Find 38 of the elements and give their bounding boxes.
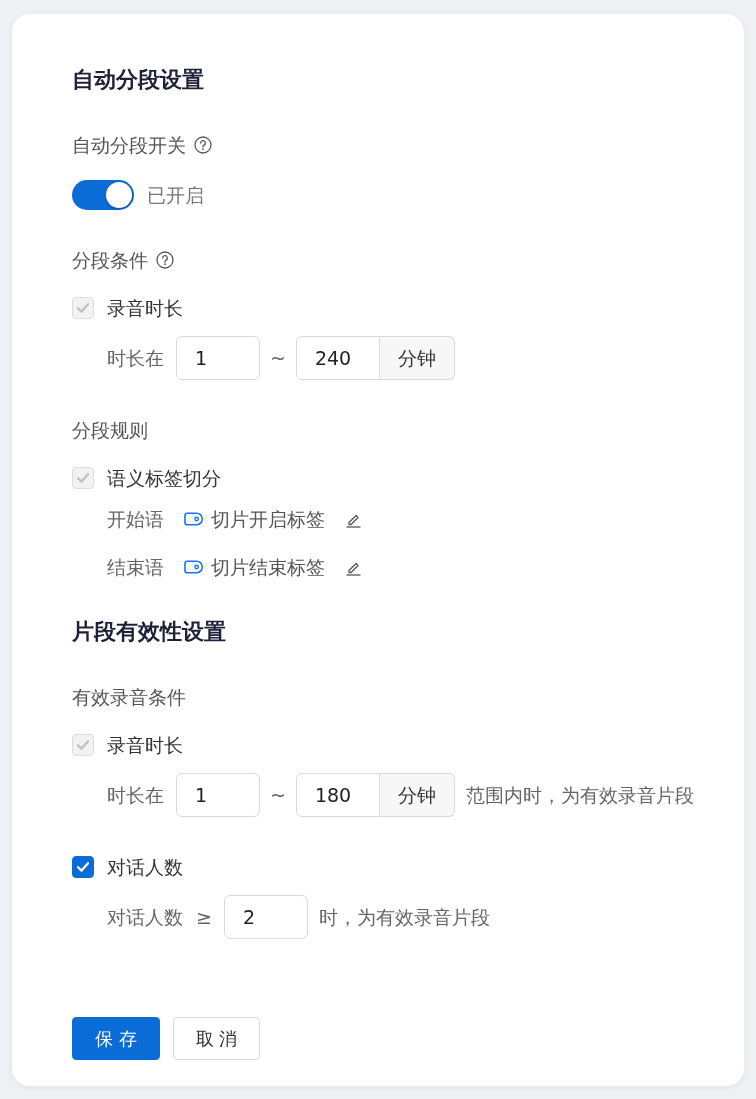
help-icon[interactable] [194,136,212,154]
toggle-switch[interactable] [72,180,134,210]
field-label: 时长在 [107,783,164,808]
field-label: 有效录音条件 [72,685,186,710]
field-label: 分段规则 [72,418,148,443]
tag-label: 切片开启标签 [211,507,325,532]
hint-text: 范围内时，为有效录音片段 [465,783,694,808]
field-label: 对话人数 [107,905,183,930]
section-title: 自动分段设置 [72,66,204,94]
help-icon[interactable] [156,251,174,269]
section-title: 片段有效性设置 [72,618,226,646]
field-label: 分段条件 [72,248,148,273]
unit-addon: 分钟 [379,773,455,817]
separator-text: ~ [270,346,286,371]
checkmark-icon [77,303,89,313]
cancel-button[interactable]: 取 消 [172,1017,261,1060]
field-label: 时长在 [107,346,164,371]
tag-icon [184,512,204,526]
tag-icon [184,560,204,574]
checkmark-icon [77,473,89,483]
checkbox[interactable] [72,856,94,878]
field-label: 结束语 [107,555,164,580]
field-label: 开始语 [107,507,164,532]
hint-text: 时，为有效录音片段 [318,905,490,930]
checkbox-label: 对话人数 [107,855,183,880]
tag-label: 切片结束标签 [211,555,325,580]
checkmark-icon [77,740,89,750]
separator-text: ~ [270,783,286,808]
unit-addon: 分钟 [379,336,455,380]
checkmark-icon [77,862,89,872]
field-label: 自动分段开关 [72,133,186,158]
status-text: 已开启 [147,183,204,208]
operator-text: ≥ [196,905,212,930]
checkbox-label: 录音时长 [107,733,183,758]
save-button[interactable]: 保 存 [72,1017,160,1060]
checkbox-label: 录音时长 [107,296,183,321]
number-input[interactable]: 2 [223,895,308,939]
checkbox-label: 语义标签切分 [107,466,221,491]
